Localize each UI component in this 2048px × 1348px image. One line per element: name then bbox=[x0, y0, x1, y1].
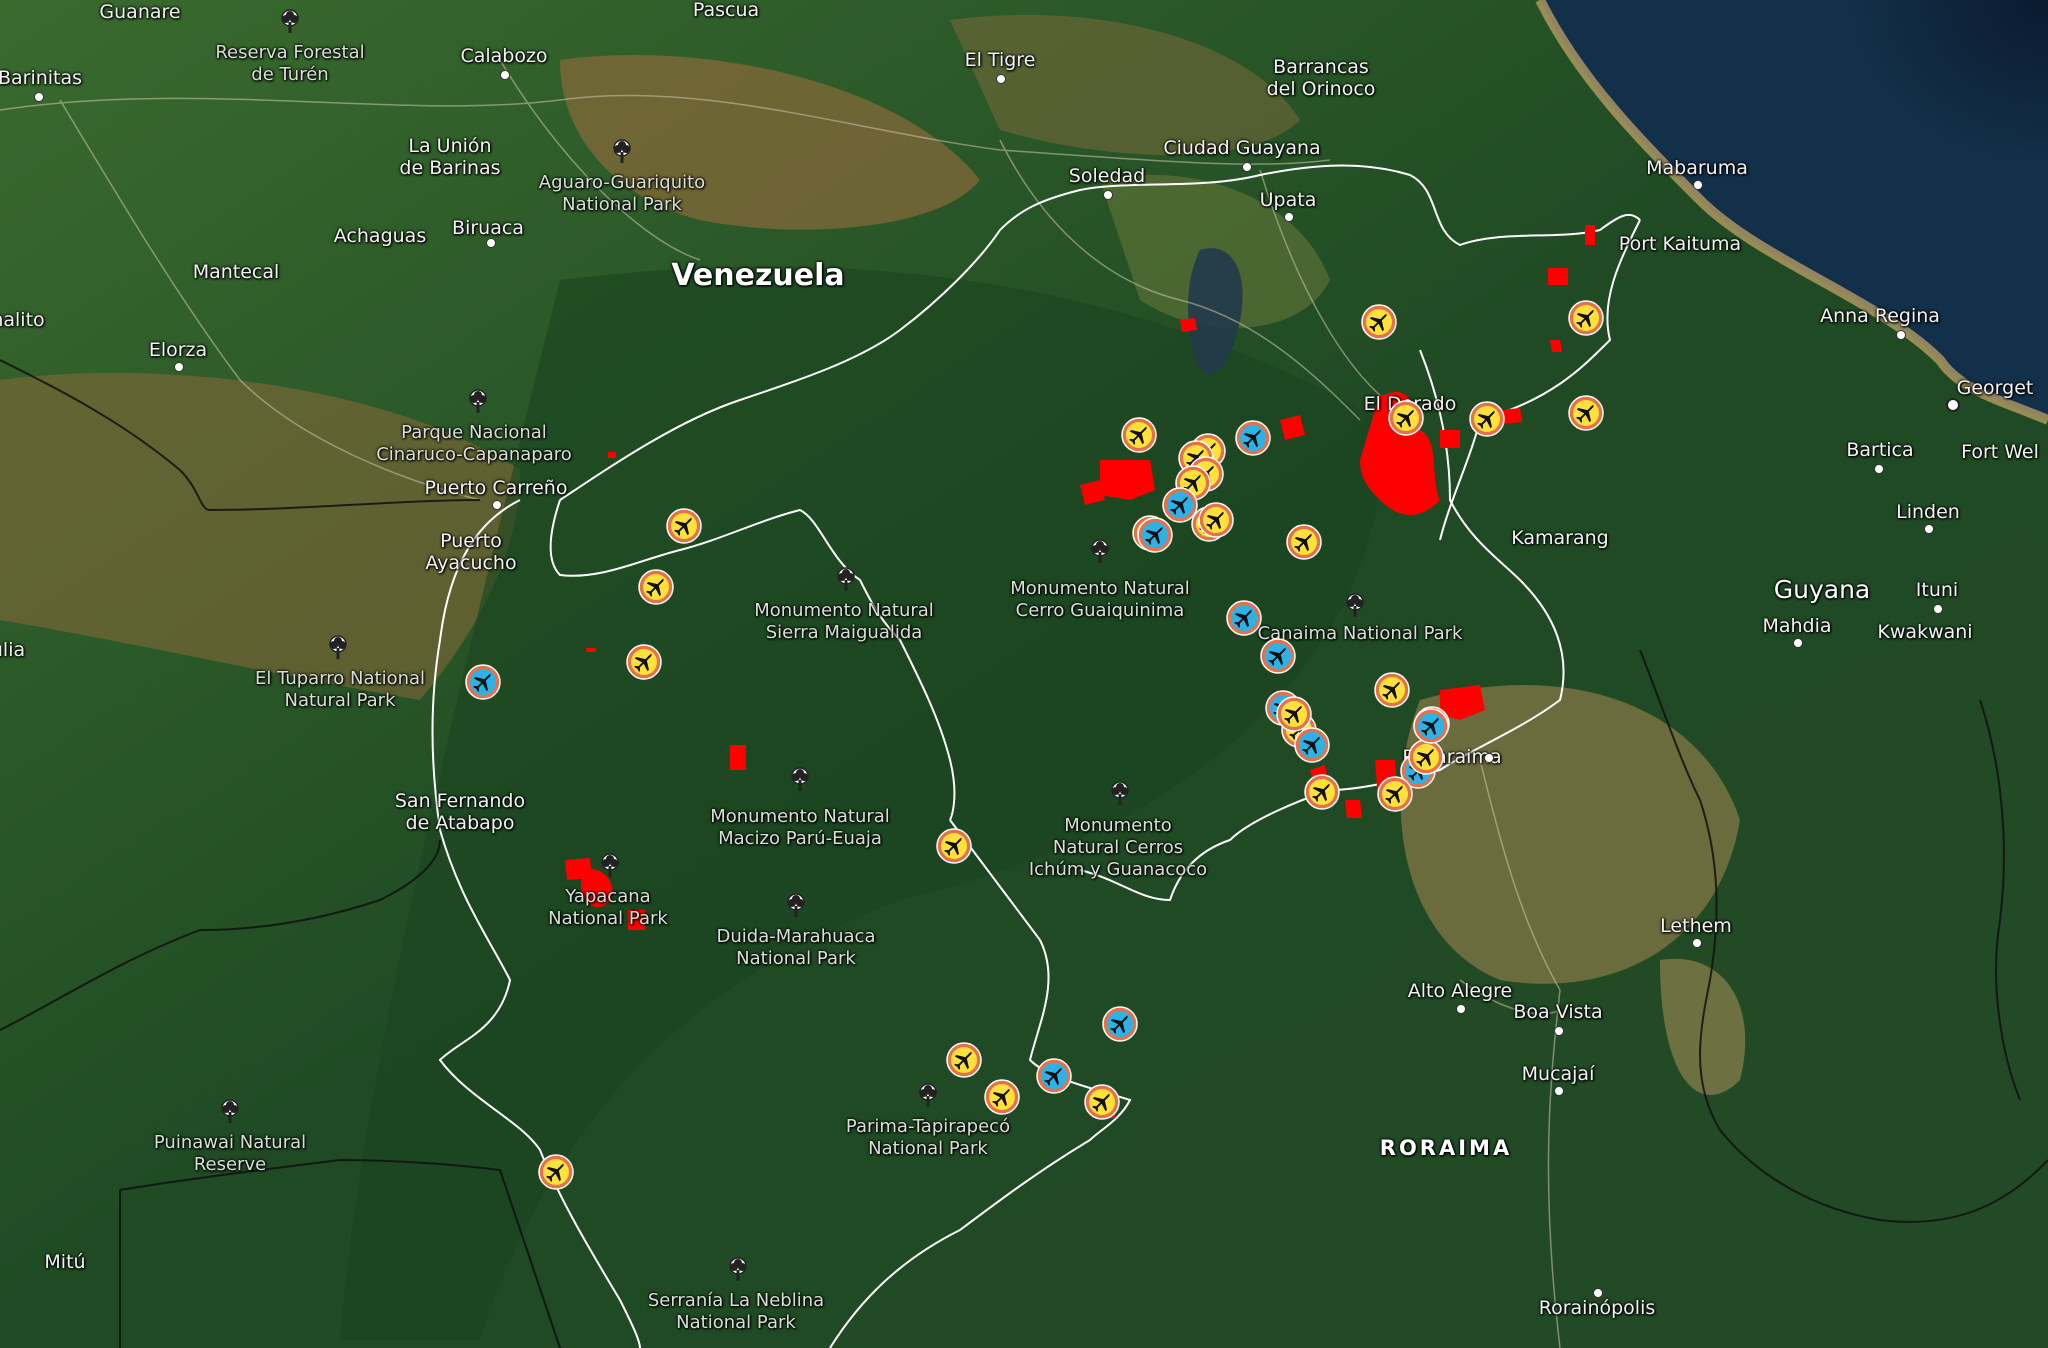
tree-icon bbox=[1109, 781, 1131, 807]
city-dot bbox=[1924, 524, 1934, 534]
tree-icon bbox=[279, 9, 301, 35]
city-dot bbox=[486, 238, 496, 248]
city-dot bbox=[500, 70, 510, 80]
airstrip-marker[interactable] bbox=[1234, 419, 1272, 457]
city-dot bbox=[996, 74, 1006, 84]
city-dot bbox=[1242, 162, 1252, 172]
airstrip-marker[interactable] bbox=[1259, 637, 1297, 675]
city-dot bbox=[1896, 330, 1906, 340]
airstrip-marker[interactable] bbox=[1567, 394, 1605, 432]
tree-icon bbox=[219, 1099, 241, 1125]
airstrip-marker[interactable] bbox=[637, 568, 675, 606]
airstrip-marker[interactable] bbox=[1387, 399, 1425, 437]
airstrip-marker[interactable] bbox=[665, 507, 703, 545]
city-dot bbox=[34, 92, 44, 102]
city-dot bbox=[1692, 938, 1702, 948]
tree-icon bbox=[835, 567, 857, 593]
airstrip-marker[interactable] bbox=[1197, 501, 1235, 539]
tree-icon bbox=[917, 1083, 939, 1109]
tree-icon bbox=[467, 389, 489, 415]
tree-icon bbox=[1089, 539, 1111, 565]
airstrip-marker[interactable] bbox=[1120, 416, 1158, 454]
airstrip-marker[interactable] bbox=[1468, 400, 1506, 438]
airstrip-marker[interactable] bbox=[1373, 671, 1411, 709]
airstrip-marker[interactable] bbox=[1101, 1005, 1139, 1043]
airstrip-marker[interactable] bbox=[945, 1041, 983, 1079]
airstrip-marker[interactable] bbox=[537, 1153, 575, 1191]
city-dot bbox=[1484, 753, 1494, 763]
airstrip-marker[interactable] bbox=[1035, 1057, 1073, 1095]
airstrip-marker[interactable] bbox=[1293, 726, 1331, 764]
city-dot bbox=[1554, 1026, 1564, 1036]
airstrip-marker[interactable] bbox=[1376, 775, 1414, 813]
city-dot bbox=[174, 362, 184, 372]
city-dot bbox=[1946, 398, 1960, 412]
airstrip-marker[interactable] bbox=[1412, 707, 1450, 745]
tree-icon bbox=[1344, 593, 1366, 619]
tree-icon bbox=[727, 1257, 749, 1283]
city-dot bbox=[1933, 604, 1943, 614]
airstrip-marker[interactable] bbox=[1360, 303, 1398, 341]
tree-icon bbox=[785, 893, 807, 919]
airstrip-marker[interactable] bbox=[1285, 523, 1323, 561]
city-dot bbox=[1456, 1004, 1466, 1014]
airstrip-marker[interactable] bbox=[983, 1078, 1021, 1116]
tree-icon bbox=[611, 139, 633, 165]
airstrip-marker[interactable] bbox=[935, 827, 973, 865]
city-dot bbox=[1793, 638, 1803, 648]
airstrip-marker[interactable] bbox=[625, 643, 663, 681]
airstrip-marker[interactable] bbox=[1225, 599, 1263, 637]
airstrip-marker[interactable] bbox=[1083, 1083, 1121, 1121]
satellite-map[interactable]: Venezuela Guyana RORAIMA Guanare Barinitas Pa… bbox=[0, 0, 2048, 1348]
city-dot bbox=[1874, 464, 1884, 474]
city-dot bbox=[1103, 190, 1113, 200]
city-dot bbox=[1554, 1086, 1564, 1096]
city-dot bbox=[1693, 180, 1703, 190]
airstrip-marker[interactable] bbox=[1567, 299, 1605, 337]
airstrip-marker[interactable] bbox=[1303, 773, 1341, 811]
city-dot bbox=[1284, 212, 1294, 222]
airstrip-marker[interactable] bbox=[464, 663, 502, 701]
tree-icon bbox=[789, 767, 811, 793]
tree-icon bbox=[327, 635, 349, 661]
city-dot bbox=[1593, 1288, 1603, 1298]
map-basemap[interactable] bbox=[0, 0, 2048, 1348]
city-dot bbox=[492, 500, 502, 510]
tree-icon bbox=[599, 853, 621, 879]
